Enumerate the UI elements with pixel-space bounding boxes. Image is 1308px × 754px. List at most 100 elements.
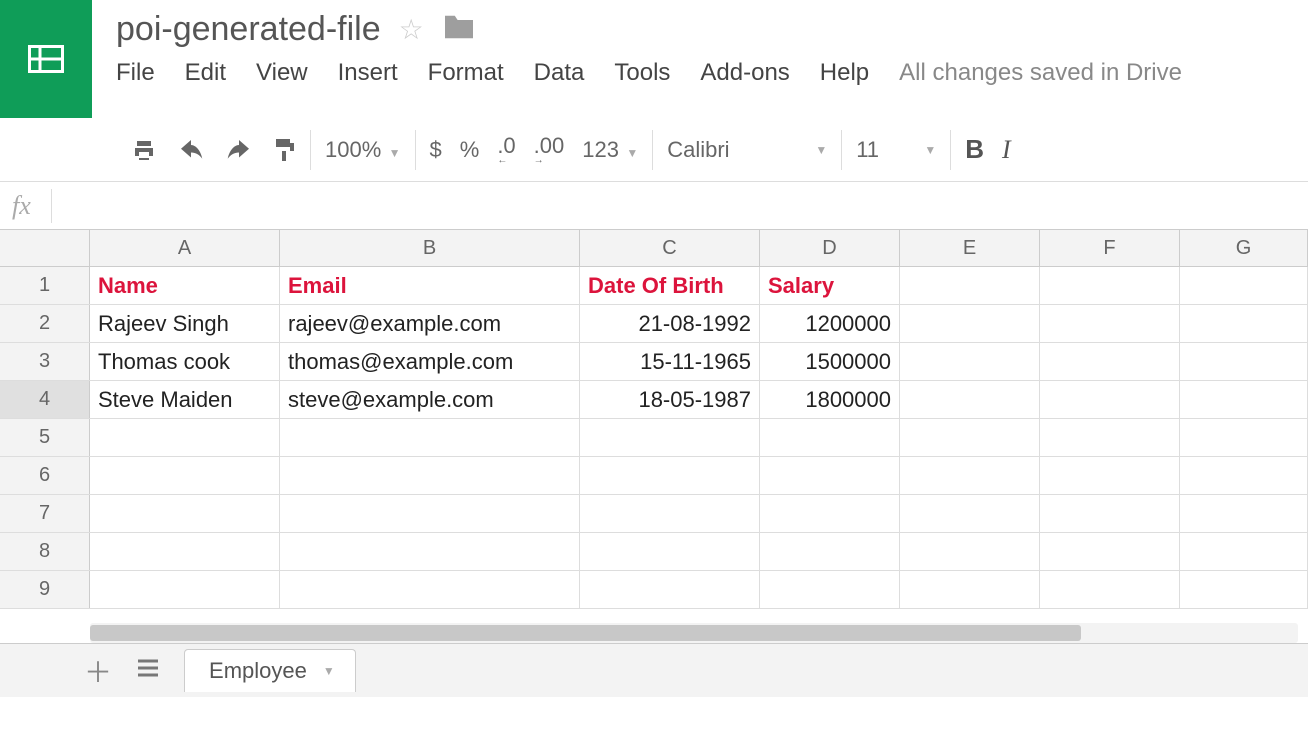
row-header-2[interactable]: 2 [0, 305, 90, 342]
col-header-A[interactable]: A [90, 230, 280, 266]
cell-C5[interactable] [580, 419, 760, 456]
cell-D8[interactable] [760, 533, 900, 570]
paint-format-icon[interactable] [272, 137, 296, 163]
formula-input[interactable] [72, 190, 1308, 221]
cell-E4[interactable] [900, 381, 1040, 418]
cell-F5[interactable] [1040, 419, 1180, 456]
cell-D2[interactable]: 1200000 [760, 305, 900, 342]
cell-A7[interactable] [90, 495, 280, 532]
cell-E6[interactable] [900, 457, 1040, 494]
cell-G3[interactable] [1180, 343, 1308, 380]
cell-F6[interactable] [1040, 457, 1180, 494]
cell-C2[interactable]: 21-08-1992 [580, 305, 760, 342]
cell-B7[interactable] [280, 495, 580, 532]
col-header-G[interactable]: G [1180, 230, 1308, 266]
cell-B8[interactable] [280, 533, 580, 570]
cell-G2[interactable] [1180, 305, 1308, 342]
cell-A9[interactable] [90, 571, 280, 608]
cell-E1[interactable] [900, 267, 1040, 304]
print-icon[interactable] [130, 138, 158, 162]
cell-A1[interactable]: Name [90, 267, 280, 304]
cell-G6[interactable] [1180, 457, 1308, 494]
cell-E8[interactable] [900, 533, 1040, 570]
cell-C7[interactable] [580, 495, 760, 532]
percent-button[interactable]: % [460, 137, 480, 163]
col-header-E[interactable]: E [900, 230, 1040, 266]
row-header-3[interactable]: 3 [0, 343, 90, 380]
bold-button[interactable]: B [965, 134, 984, 165]
undo-icon[interactable] [176, 140, 206, 160]
cell-E7[interactable] [900, 495, 1040, 532]
app-logo[interactable] [0, 0, 92, 118]
cell-G7[interactable] [1180, 495, 1308, 532]
cell-E3[interactable] [900, 343, 1040, 380]
col-header-F[interactable]: F [1040, 230, 1180, 266]
cell-F3[interactable] [1040, 343, 1180, 380]
cell-D6[interactable] [760, 457, 900, 494]
cell-A8[interactable] [90, 533, 280, 570]
currency-button[interactable]: $ [430, 137, 442, 163]
cell-G8[interactable] [1180, 533, 1308, 570]
cell-C4[interactable]: 18-05-1987 [580, 381, 760, 418]
cell-E9[interactable] [900, 571, 1040, 608]
cell-B6[interactable] [280, 457, 580, 494]
cell-F4[interactable] [1040, 381, 1180, 418]
cell-D4[interactable]: 1800000 [760, 381, 900, 418]
cell-C1[interactable]: Date Of Birth [580, 267, 760, 304]
chevron-down-icon[interactable]: ▼ [323, 664, 335, 678]
cell-G1[interactable] [1180, 267, 1308, 304]
cell-C3[interactable]: 15-11-1965 [580, 343, 760, 380]
sheet-tab-employee[interactable]: Employee ▼ [184, 649, 356, 692]
dec-less-button[interactable]: .0← [497, 133, 515, 166]
cell-D7[interactable] [760, 495, 900, 532]
all-sheets-button[interactable] [136, 658, 160, 683]
add-sheet-button[interactable]: ＋ [84, 651, 112, 691]
select-all-corner[interactable] [0, 230, 90, 266]
menu-insert[interactable]: Insert [338, 59, 398, 87]
number-format-select[interactable]: 123 ▼ [582, 137, 638, 163]
cell-D9[interactable] [760, 571, 900, 608]
cell-C8[interactable] [580, 533, 760, 570]
cell-A2[interactable]: Rajeev Singh [90, 305, 280, 342]
zoom-select[interactable]: 100% ▼ [325, 137, 401, 163]
cell-A6[interactable] [90, 457, 280, 494]
menu-edit[interactable]: Edit [185, 59, 226, 87]
cell-F9[interactable] [1040, 571, 1180, 608]
row-header-7[interactable]: 7 [0, 495, 90, 532]
row-header-1[interactable]: 1 [0, 267, 90, 304]
cell-C6[interactable] [580, 457, 760, 494]
cell-A4[interactable]: Steve Maiden [90, 381, 280, 418]
menu-data[interactable]: Data [534, 59, 585, 87]
horizontal-scrollbar[interactable] [90, 623, 1298, 643]
cell-A3[interactable]: Thomas cook [90, 343, 280, 380]
menu-view[interactable]: View [256, 59, 308, 87]
cell-D3[interactable]: 1500000 [760, 343, 900, 380]
cell-G5[interactable] [1180, 419, 1308, 456]
cell-F1[interactable] [1040, 267, 1180, 304]
cell-A5[interactable] [90, 419, 280, 456]
cell-B2[interactable]: rajeev@example.com [280, 305, 580, 342]
dec-more-button[interactable]: .00→ [534, 133, 565, 166]
col-header-B[interactable]: B [280, 230, 580, 266]
menu-file[interactable]: File [116, 59, 155, 87]
cell-F7[interactable] [1040, 495, 1180, 532]
cell-F8[interactable] [1040, 533, 1180, 570]
doc-title[interactable]: poi-generated-file [116, 10, 381, 49]
cell-G4[interactable] [1180, 381, 1308, 418]
row-header-6[interactable]: 6 [0, 457, 90, 494]
row-header-9[interactable]: 9 [0, 571, 90, 608]
italic-button[interactable]: I [1002, 135, 1011, 165]
font-size-select[interactable]: 11▼ [856, 137, 936, 163]
folder-icon[interactable] [442, 13, 476, 46]
star-icon[interactable]: ☆ [399, 13, 424, 46]
row-header-4[interactable]: 4 [0, 381, 90, 418]
cell-F2[interactable] [1040, 305, 1180, 342]
cell-C9[interactable] [580, 571, 760, 608]
cell-B5[interactable] [280, 419, 580, 456]
menu-addons[interactable]: Add-ons [700, 59, 789, 87]
cell-D5[interactable] [760, 419, 900, 456]
menu-tools[interactable]: Tools [614, 59, 670, 87]
cell-B1[interactable]: Email [280, 267, 580, 304]
cell-E2[interactable] [900, 305, 1040, 342]
cell-B9[interactable] [280, 571, 580, 608]
